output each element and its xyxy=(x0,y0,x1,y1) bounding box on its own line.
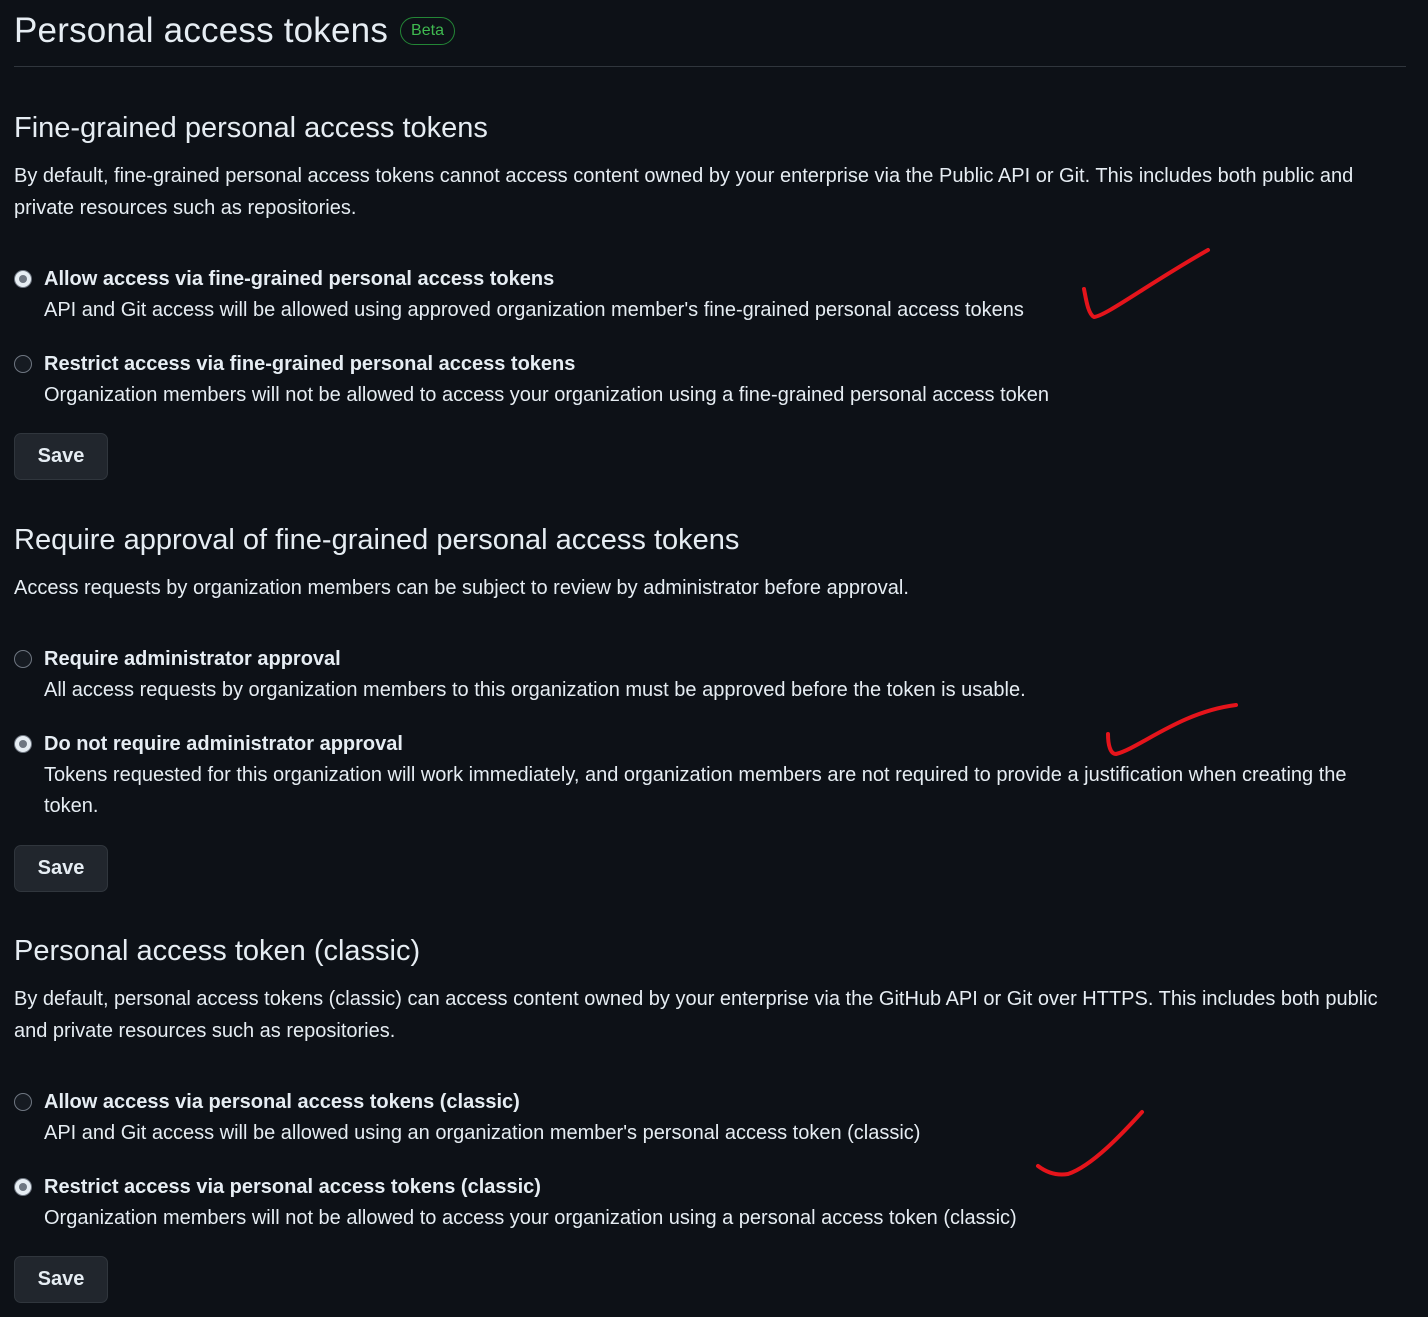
option-label[interactable]: Do not require administrator approval xyxy=(44,729,403,759)
page-title: Personal access tokens xyxy=(14,11,389,50)
option-note: All access requests by organization memb… xyxy=(44,679,1026,701)
option-label[interactable]: Require administrator approval xyxy=(44,644,341,674)
beta-badge: Beta xyxy=(400,17,455,45)
radio-require-approval[interactable] xyxy=(14,650,32,668)
save-button-fine-grained[interactable]: Save xyxy=(14,433,108,480)
classic-section: Personal access token (classic) By defau… xyxy=(14,933,1406,1047)
approval-section: Require approval of fine-grained persona… xyxy=(14,522,1406,604)
option-label[interactable]: Allow access via personal access tokens … xyxy=(44,1087,520,1117)
section-description: Access requests by organization members … xyxy=(14,577,909,599)
option-note: Organization members will not be allowed… xyxy=(44,384,1049,406)
settings-page: Personal access tokens Beta Fine-grained… xyxy=(14,0,1406,1303)
option-note: Organization members will not be allowed… xyxy=(44,1207,1017,1229)
radio-no-approval[interactable] xyxy=(14,735,32,753)
fine-grained-section: Fine-grained personal access tokens By d… xyxy=(14,110,1406,224)
section-title: Personal access token (classic) xyxy=(14,935,421,967)
radio-restrict-classic[interactable] xyxy=(14,1178,32,1196)
option-label[interactable]: Restrict access via personal access toke… xyxy=(44,1172,541,1202)
option-label[interactable]: Restrict access via fine-grained persona… xyxy=(44,349,575,379)
section-title: Require approval of fine-grained persona… xyxy=(14,524,740,556)
section-description: By default, fine-grained personal access… xyxy=(14,165,1354,219)
save-button-approval[interactable]: Save xyxy=(14,845,108,892)
save-button-classic[interactable]: Save xyxy=(14,1256,108,1303)
page-header: Personal access tokens Beta xyxy=(14,0,1406,67)
option-note: API and Git access will be allowed using… xyxy=(44,1122,921,1144)
option-note: API and Git access will be allowed using… xyxy=(44,299,1024,321)
radio-allow-fine-grained[interactable] xyxy=(14,270,32,288)
section-title: Fine-grained personal access tokens xyxy=(14,112,488,144)
radio-restrict-fine-grained[interactable] xyxy=(14,355,32,373)
section-description: By default, personal access tokens (clas… xyxy=(14,988,1378,1042)
red-check-mark-icon xyxy=(1106,703,1238,756)
radio-allow-classic[interactable] xyxy=(14,1093,32,1111)
option-note: Tokens requested for this organization w… xyxy=(44,764,1347,817)
option-label[interactable]: Allow access via fine-grained personal a… xyxy=(44,264,554,294)
